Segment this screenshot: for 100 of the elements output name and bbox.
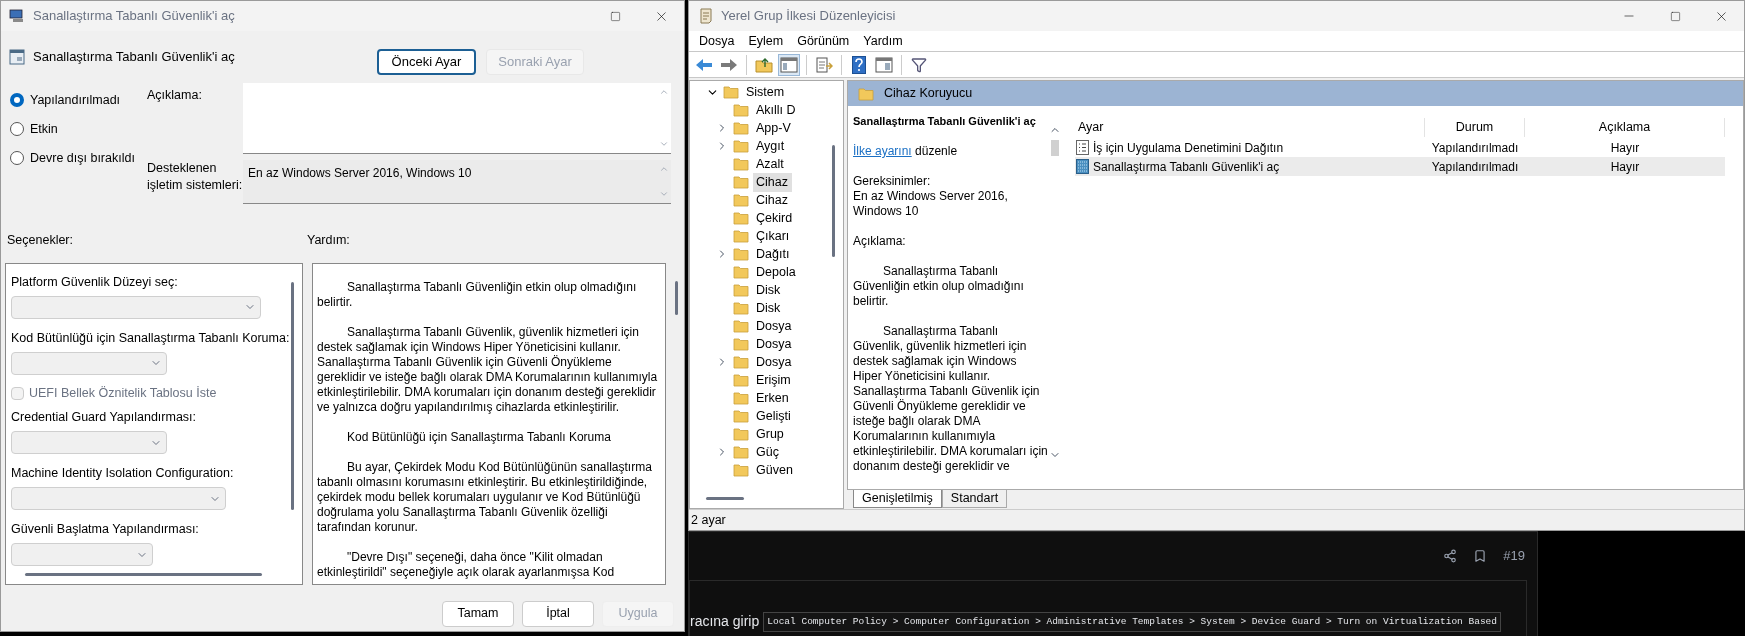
tree-scrollbar[interactable]: [832, 145, 835, 258]
scroll-down-icon[interactable]: [659, 189, 669, 199]
folder-icon: [733, 121, 749, 136]
option-label: Credential Guard Yapılandırması:: [11, 409, 198, 427]
tree-item[interactable]: Aygıt: [753, 136, 789, 156]
tree-item[interactable]: Disk: [753, 280, 785, 300]
window-title: Sanallaştırma Tabanlı Güvenlik'i aç: [33, 7, 235, 26]
tree-item[interactable]: Cihaz: [753, 190, 792, 210]
options-label: Seçenekler:: [6, 232, 74, 249]
policy-icon: [1076, 159, 1089, 175]
setting-comment: Hayır: [1609, 158, 1641, 176]
dialog-button[interactable]: Tamam: [442, 600, 514, 627]
folder-icon: [733, 463, 749, 478]
maximize-icon: [1669, 10, 1681, 22]
dialog-button[interactable]: İptal: [522, 600, 594, 627]
tree-item[interactable]: Dosya: [753, 352, 796, 372]
scrollbar-thumb[interactable]: [1051, 140, 1059, 157]
folder-icon: [733, 211, 749, 226]
bookmark-icon[interactable]: [1473, 549, 1488, 563]
scroll-up-icon[interactable]: [659, 164, 669, 174]
setting-comment: Hayır: [1609, 139, 1641, 157]
tree-item[interactable]: Cihaz: [753, 172, 792, 192]
help-scrollbar[interactable]: [675, 280, 678, 315]
folder-icon: [733, 247, 749, 262]
tree-item[interactable]: Erken: [753, 388, 793, 408]
view-tab[interactable]: Standart: [941, 490, 1008, 509]
nav-button[interactable]: Önceki Ayar: [377, 49, 476, 75]
folder-icon: [733, 103, 749, 118]
post-text: racına girip: [690, 612, 761, 631]
tree-item[interactable]: Dosya: [753, 334, 796, 354]
tree-item[interactable]: Güç: [753, 442, 783, 462]
window-title: Yerel Grup İlkesi Düzenleyicisi: [721, 7, 896, 26]
column-header[interactable]: Ayar: [1075, 117, 1425, 137]
checkbox-label: UEFI Bellek Öznitelik Tablosu İste: [29, 385, 217, 403]
tree-item[interactable]: Çıkarı: [753, 226, 794, 246]
tree-panel-icon[interactable]: [778, 53, 800, 76]
radio-button[interactable]: [10, 93, 24, 108]
folder-icon: [733, 229, 749, 244]
column-header[interactable]: Açıklama: [1525, 117, 1725, 137]
horizontal-scrollbar[interactable]: [25, 573, 262, 576]
tree-hscrollbar[interactable]: [706, 497, 744, 501]
tree-item[interactable]: Dağıtı: [753, 244, 794, 264]
list-row[interactable]: İş için Uygulama Denetimini Dağıtın Yapılandırılmadı Hayır: [1075, 138, 1725, 158]
scroll-down-icon[interactable]: [659, 139, 669, 149]
menu-item[interactable]: Eylem: [748, 31, 784, 51]
help-paragraph: Sanallaştırma Tabanlı Güvenliğin etkin olup olmadığını belirtir.: [317, 279, 638, 310]
folder-icon: [733, 193, 749, 208]
radio-button[interactable]: [10, 122, 24, 137]
folder-icon: [733, 175, 749, 190]
folder-icon: [733, 139, 749, 154]
folder-icon: [733, 319, 749, 334]
list-row[interactable]: Sanallaştırma Tabanlı Güvenlik'i aç Yapılandırılmadı Hayır: [1075, 157, 1725, 177]
folder-icon: [733, 427, 749, 442]
status-text: 2 ayar: [691, 511, 726, 529]
folder-icon: [733, 355, 749, 370]
edit-policy-link[interactable]: İlke ayarını: [853, 144, 912, 159]
scroll-up-icon[interactable]: [659, 87, 669, 97]
tree-item[interactable]: Dosya: [753, 316, 796, 336]
folder-icon: [723, 85, 739, 100]
help-paragraph: Bu ayar, Çekirdek Modu Kod Bütünlüğünün sanallaştırma tabanlı olmasını korumasını etkinleştirir. Bu etkinleştirildiğinde, çekirdek modu bellek korumaları uygulanır ve Kod Bütünlüğü doğrulama yolu Sanallaştırma Tabanlı Güvenlik özelliği tarafından korunur.: [317, 459, 653, 535]
option-label: Güvenli Başlatma Yapılandırması:: [11, 521, 200, 539]
code-path: Local Computer Policy > Computer Configuration > Administrative Templates > System > Device Guard > Turn on Virtualization Based: [763, 611, 1501, 632]
help-paragraph: Kod Bütünlüğü için Sanallaştırma Tabanlı Koruma: [346, 429, 612, 445]
radio-button[interactable]: [10, 150, 24, 165]
setting-state: Yapılandırılmadı: [1430, 158, 1520, 176]
menu-item[interactable]: Görünüm: [797, 31, 850, 51]
filter-icon: [911, 56, 927, 73]
folder-icon: [733, 337, 749, 352]
policy-heading: Sanallaştırma Tabanlı Güvenlik'i aç: [33, 48, 235, 66]
comment-field[interactable]: [243, 83, 671, 154]
requirements-text: En az Windows Server 2016, Windows 10: [853, 189, 1009, 220]
share-icon[interactable]: [1443, 549, 1458, 563]
vertical-scrollbar[interactable]: [291, 281, 294, 510]
setting-state: Yapılandırılmadı: [1430, 139, 1520, 157]
tree-item[interactable]: Erişim: [753, 370, 795, 390]
tree-item[interactable]: Güven: [753, 460, 797, 480]
setting-name: İş için Uygulama Denetimini Dağıtın: [1093, 139, 1284, 157]
tree-item[interactable]: App-V: [753, 118, 795, 138]
tree-item[interactable]: Sistem: [743, 82, 785, 102]
description-paragraph: Sanallaştırma Tabanlı Güvenliğin etkin olup olmadığını belirtir.: [853, 264, 1025, 310]
tree-item[interactable]: Depola: [753, 262, 800, 282]
folder-icon: [733, 391, 749, 406]
description-paragraph: Sanallaştırma Tabanlı Güvenlik, güvenlik hizmetleri için destek sağlamak için Windows Hiper Yöneticisini kullanır. Sanallaştırma Tabanlı Güvenlik için Güvenli Önyükleme gereklidir ve isteğe bağlı olarak DMA Korumalarının kullanımıyla etkinleştirilebilir. DMA korumaları için donanım desteği gereklidir ve: [853, 324, 1048, 475]
menu-item[interactable]: Dosya: [699, 31, 735, 51]
requirements-label: Gereksinimler:: [853, 174, 932, 190]
description-label: Açıklama:: [853, 234, 907, 250]
menu-item[interactable]: Yardım: [863, 31, 903, 51]
tree-item[interactable]: Disk: [753, 298, 785, 318]
post-number[interactable]: #19: [1503, 546, 1525, 566]
tree-item[interactable]: Çekird: [753, 208, 797, 228]
view-tab[interactable]: Genişletilmiş: [853, 490, 942, 509]
supported-label: Desteklenen işletim sistemleri:: [146, 160, 243, 194]
tree-item[interactable]: Grup: [753, 424, 788, 444]
link-suffix: düzenle: [915, 144, 958, 159]
tree-item[interactable]: Akıllı D: [753, 100, 800, 120]
tree-item[interactable]: Azalt: [753, 154, 788, 174]
folder-icon: [733, 283, 749, 298]
maximize-icon: [609, 10, 621, 22]
tree-item[interactable]: Gelişti: [753, 406, 795, 426]
column-header[interactable]: Durum: [1425, 117, 1525, 137]
